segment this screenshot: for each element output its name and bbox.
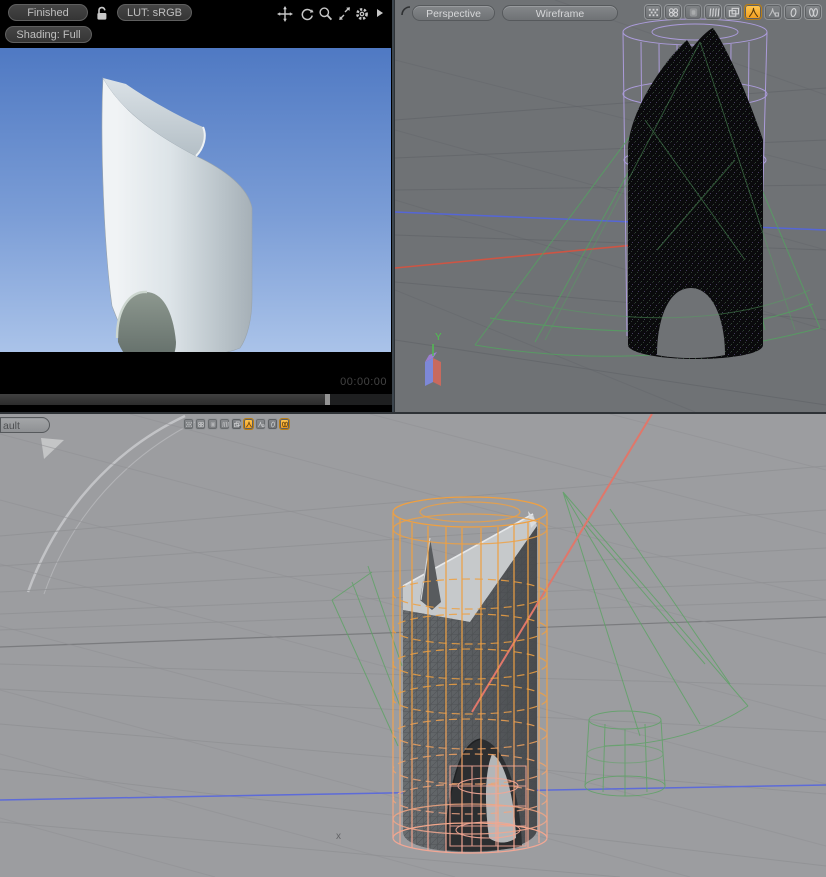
- droplet-icon[interactable]: [784, 4, 802, 20]
- lock-icon[interactable]: [93, 4, 110, 21]
- double-droplet-icon[interactable]: [279, 418, 290, 430]
- render-progress-bar[interactable]: [0, 394, 392, 405]
- perspective-scene[interactable]: [395, 0, 826, 412]
- person-frame-icon[interactable]: [255, 418, 266, 430]
- person-icon[interactable]: [744, 4, 762, 20]
- viewport-toggle-row: [644, 4, 822, 20]
- shade-mode-button[interactable]: Wireframe: [502, 5, 618, 21]
- bottom-scene[interactable]: [0, 414, 826, 877]
- y-axis-label: Y: [435, 332, 442, 343]
- app-window: Finished LUT: sRGB Shading: Full 00:00:0…: [0, 0, 826, 877]
- overlap-squares-icon[interactable]: [231, 418, 242, 430]
- progress-elapsed: [0, 394, 326, 405]
- pan-icon[interactable]: [276, 5, 293, 22]
- corner-rotate-icon[interactable]: [400, 5, 412, 17]
- orbit-swirl-icon: [26, 414, 196, 595]
- soft-square-icon[interactable]: [207, 418, 218, 430]
- double-droplet-icon[interactable]: [804, 4, 822, 20]
- soft-square-icon[interactable]: [684, 4, 702, 20]
- quad-circles-icon[interactable]: [664, 4, 682, 20]
- shaded-mesh-object: [402, 511, 537, 852]
- waves-icon[interactable]: [704, 4, 722, 20]
- droplet-icon[interactable]: [267, 418, 278, 430]
- waves-icon[interactable]: [219, 418, 230, 430]
- shading-mode-button[interactable]: Shading: Full: [5, 26, 92, 43]
- render-timecode: 00:00:00: [340, 376, 387, 388]
- axis-widget: [425, 344, 441, 386]
- more-icon[interactable]: [374, 5, 384, 22]
- view-mode-button[interactable]: Perspective: [412, 5, 495, 21]
- person-icon[interactable]: [243, 418, 254, 430]
- perspective-viewport[interactable]: Y Perspective Wireframe: [395, 0, 826, 412]
- magnify-icon[interactable]: [317, 5, 334, 22]
- render-model: [101, 76, 253, 372]
- view-preset-button[interactable]: ault: [0, 417, 50, 433]
- gear-icon[interactable]: [353, 5, 370, 22]
- fullscreen-icon[interactable]: [336, 5, 353, 22]
- render-preview-image[interactable]: [0, 48, 391, 372]
- bottom-viewport[interactable]: x ault: [0, 414, 826, 877]
- person-frame-icon[interactable]: [764, 4, 782, 20]
- checker-icon[interactable]: [644, 4, 662, 20]
- render-status-button[interactable]: Finished: [8, 4, 88, 21]
- viewport-toggle-row: [183, 418, 290, 430]
- x-axis-label: x: [336, 831, 341, 842]
- overlap-squares-icon[interactable]: [724, 4, 742, 20]
- render-preview-viewport[interactable]: Finished LUT: sRGB Shading: Full 00:00:0…: [0, 0, 394, 412]
- quad-circles-icon[interactable]: [195, 418, 206, 430]
- lut-button[interactable]: LUT: sRGB: [117, 4, 192, 21]
- progress-remaining: [330, 394, 392, 405]
- rotate-icon[interactable]: [298, 5, 315, 22]
- checker-icon[interactable]: [183, 418, 194, 430]
